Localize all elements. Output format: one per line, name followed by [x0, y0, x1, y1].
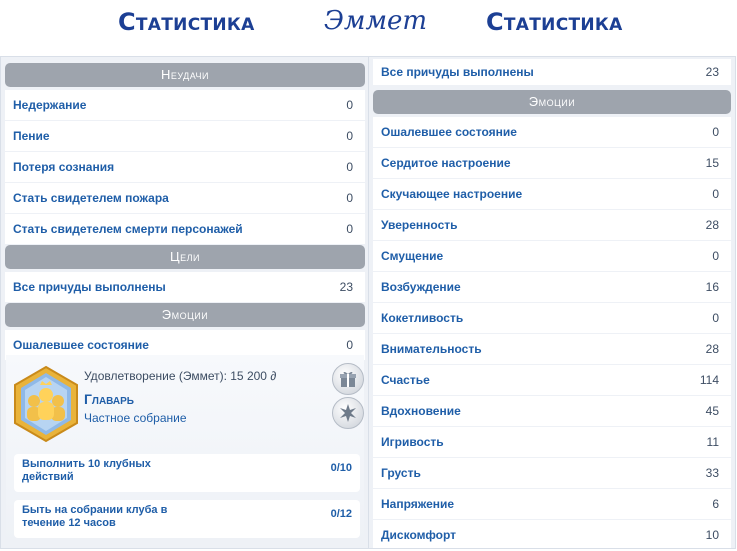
satisfaction-text: Удовлетворение (Эммет): 15 200 ∂ [84, 369, 276, 383]
stat-value: 11 [706, 435, 719, 449]
stat-label: Потеря сознания [13, 160, 115, 174]
satisfaction-points: 200 [246, 369, 267, 383]
gift-icon [340, 371, 356, 387]
stat-label: Ошалевшее состояние [381, 125, 517, 139]
stat-value: 16 [705, 280, 719, 294]
stat-value: 0 [346, 191, 353, 205]
stat-label: Вдохновение [381, 404, 461, 418]
stat-value: 28 [705, 342, 719, 356]
stat-label: Уверенность [381, 218, 458, 232]
stat-row: Недержание 0 [5, 90, 365, 120]
stat-value: 10 [705, 528, 719, 542]
star-burst-icon [340, 404, 356, 422]
goals-header: Цели [5, 245, 365, 269]
stat-label: Счастье [381, 373, 430, 387]
stat-label: Напряжение [381, 497, 455, 511]
club-role-card[interactable]: Удовлетворение (Эммет): 15 200 ∂ Главарь… [6, 355, 364, 545]
satisfaction-label: Удовлетворение (Эммет): 15 [84, 369, 244, 383]
stat-row: Все причуды выполнены 23 [373, 59, 731, 85]
club-role-subtitle: Частное собрание [84, 411, 187, 425]
club-task-progress: 0/10 [330, 462, 352, 474]
emotions-header-right: Эмоции [373, 90, 731, 114]
stat-label: Стать свидетелем пожара [13, 191, 169, 205]
stat-label: Стать свидетелем смерти персонажей [13, 222, 243, 236]
stat-label: Недержание [13, 98, 87, 112]
stat-row: Игривость 11 [373, 427, 731, 457]
club-task-label: Быть на собрании клуба в течение 12 часо… [22, 504, 168, 529]
stat-value: 0 [346, 98, 353, 112]
stat-value: 0 [346, 222, 353, 236]
stat-label: Сердитое настроение [381, 156, 511, 170]
stat-row: Пение 0 [5, 121, 365, 151]
stat-value: 6 [712, 497, 719, 511]
club-task-progress: 0/12 [330, 508, 352, 520]
sim-name-title: Эммет [324, 6, 428, 36]
stat-label: Все причуды выполнены [381, 65, 534, 79]
stat-label: Смущение [381, 249, 444, 263]
stat-row: Внимательность 28 [373, 334, 731, 364]
stat-value: 33 [705, 466, 719, 480]
stat-row: Ошалевшее состояние 0 [373, 117, 731, 147]
club-task-row: Быть на собрании клуба в течение 12 часо… [14, 500, 360, 538]
stat-row: Стать свидетелем смерти персонажей 0 [5, 214, 365, 244]
stat-label: Пение [13, 129, 50, 143]
club-task-row: Выполнить 10 клубных действий 0/10 [14, 454, 360, 492]
stat-value: 0 [712, 125, 719, 139]
emotions-header-left: Эмоции [5, 303, 365, 327]
stat-label: Грусть [381, 466, 421, 480]
stat-row: Вдохновение 45 [373, 396, 731, 426]
right-stats-panel[interactable]: Все причуды выполнены 23 Эмоции Ошалевшее… [368, 56, 736, 549]
stat-row: Дискомфорт 10 [373, 520, 731, 548]
stat-row: Скучающее настроение 0 [373, 179, 731, 209]
stat-row: Грусть 33 [373, 458, 731, 488]
gift-button[interactable] [332, 363, 364, 395]
stat-value: 15 [705, 156, 719, 170]
left-stats-title: Статистика [118, 8, 255, 36]
stat-label: Внимательность [381, 342, 482, 356]
stat-value: 0 [346, 129, 353, 143]
stat-label: Кокетливость [381, 311, 464, 325]
stat-label: Скучающее настроение [381, 187, 523, 201]
stat-value: 23 [705, 65, 719, 79]
stat-row: Кокетливость 0 [373, 303, 731, 333]
satisfaction-points-icon: ∂ [270, 369, 277, 383]
club-role-title: Главарь [84, 391, 134, 407]
stat-label: Возбуждение [381, 280, 461, 294]
stat-row: Возбуждение 16 [373, 272, 731, 302]
club-task-label: Выполнить 10 клубных действий [22, 458, 151, 483]
stat-row: Уверенность 28 [373, 210, 731, 240]
stat-value: 45 [705, 404, 719, 418]
stat-row: Напряжение 6 [373, 489, 731, 519]
stat-value: 0 [346, 338, 353, 352]
stat-row: Стать свидетелем пожара 0 [5, 183, 365, 213]
failures-header: Неудачи [5, 63, 365, 87]
spark-button[interactable] [332, 397, 364, 429]
stat-value: 0 [712, 311, 719, 325]
stat-label: Ошалевшее состояние [13, 338, 149, 352]
stat-row: Потеря сознания 0 [5, 152, 365, 182]
stat-value: 114 [699, 373, 719, 387]
stat-row: Сердитое настроение 15 [373, 148, 731, 178]
stat-value: 28 [705, 218, 719, 232]
right-stats-title: Статистика [486, 8, 623, 36]
stat-label: Дискомфорт [381, 528, 457, 542]
stat-row: Все причуды выполнены 23 [5, 272, 365, 302]
club-leader-badge-icon [14, 365, 78, 443]
stat-value: 0 [346, 160, 353, 174]
stat-label: Все причуды выполнены [13, 280, 166, 294]
stat-row: Счастье 114 [373, 365, 731, 395]
stat-row: Смущение 0 [373, 241, 731, 271]
stat-label: Игривость [381, 435, 444, 449]
stat-value: 0 [712, 187, 719, 201]
stat-value: 0 [712, 249, 719, 263]
stat-value: 23 [339, 280, 353, 294]
